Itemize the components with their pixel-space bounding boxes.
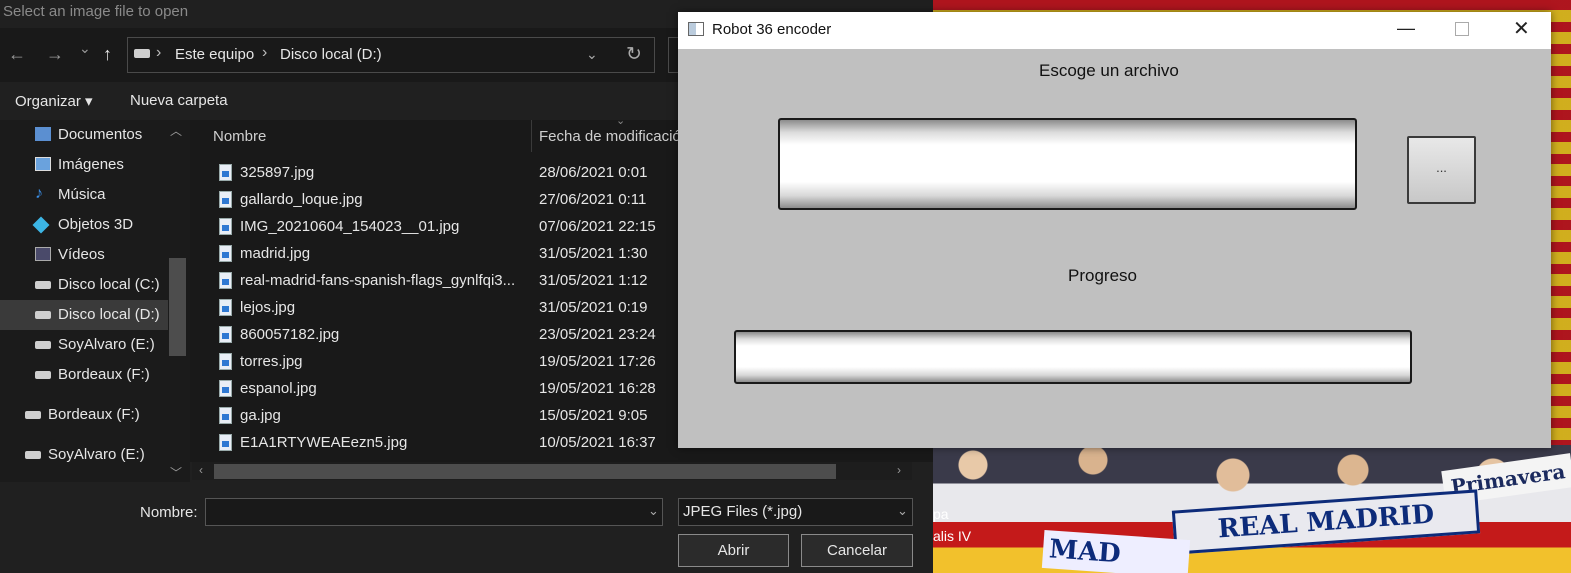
dialog-footer <box>0 482 933 573</box>
refresh-icon[interactable]: ↻ <box>626 43 642 66</box>
image-file-icon <box>219 245 232 262</box>
breadcrumb-separator-icon: › <box>262 44 268 61</box>
file-row[interactable]: 325897.jpg 28/06/2021 0:01 <box>190 161 680 188</box>
filename-input[interactable] <box>205 498 663 526</box>
desktop-label-2: alis IV <box>933 528 972 544</box>
file-row[interactable]: madrid.jpg 31/05/2021 1:30 <box>190 242 680 269</box>
breadcrumb-item[interactable]: Este equipo <box>175 46 254 63</box>
drive-icon <box>35 281 51 289</box>
choose-file-label: Escoge un archivo <box>1039 61 1179 80</box>
up-arrow-icon[interactable]: ↑ <box>103 44 112 65</box>
image-file-icon <box>219 191 232 208</box>
column-separator[interactable] <box>531 120 532 152</box>
column-header-name[interactable]: Nombre <box>213 128 266 145</box>
file-row[interactable]: E1A1RTYWEAEezn5.jpg 10/05/2021 16:37 <box>190 431 680 458</box>
drive-icon <box>35 341 51 349</box>
image-file-icon <box>219 407 232 424</box>
chevron-left-icon[interactable]: ‹ <box>199 463 203 477</box>
forward-arrow-icon[interactable]: → <box>46 44 64 65</box>
file-path-field[interactable] <box>778 118 1357 210</box>
file-row[interactable]: lejos.jpg 31/05/2021 0:19 <box>190 296 680 323</box>
image-file-icon <box>219 380 232 397</box>
image-file-icon <box>219 299 232 316</box>
file-row[interactable]: 860057182.jpg 23/05/2021 23:24 <box>190 323 680 350</box>
sidebar-item-bordeaux-root[interactable]: Bordeaux (F:) <box>0 400 168 430</box>
sidebar-item-objetos-3d[interactable]: Objetos 3D <box>0 210 168 240</box>
image-file-icon <box>219 218 232 235</box>
sidebar-item-soyalvaro-root[interactable]: SoyAlvaro (E:) <box>0 440 168 470</box>
file-row[interactable]: gallardo_loque.jpg 27/06/2021 0:11 <box>190 188 680 215</box>
image-file-icon <box>219 164 232 181</box>
chevron-down-icon[interactable]: ⌄ <box>586 46 598 63</box>
breadcrumb-separator-icon: › <box>156 44 162 61</box>
horizontal-scrollbar-thumb[interactable] <box>214 464 836 479</box>
sidebar-item-disco-c[interactable]: Disco local (C:) <box>0 270 168 300</box>
3d-objects-icon <box>32 216 50 234</box>
desktop-label-1: pa <box>933 506 949 522</box>
progress-bar <box>734 330 1412 384</box>
drive-icon <box>35 371 51 379</box>
window-title: Robot 36 encoder <box>712 21 832 38</box>
file-row[interactable]: torres.jpg 19/05/2021 17:26 <box>190 350 680 377</box>
drive-icon <box>134 49 150 58</box>
sidebar-item-imagenes[interactable]: Imágenes <box>0 150 168 180</box>
app-icon <box>688 22 704 36</box>
sidebar-scrollbar-thumb[interactable] <box>169 258 186 356</box>
breadcrumb-item[interactable]: Disco local (D:) <box>280 46 382 63</box>
sidebar-item-soyalvaro[interactable]: SoyAlvaro (E:) <box>0 330 168 360</box>
recent-locations-icon[interactable]: ⌄ <box>79 40 91 57</box>
documents-icon <box>35 127 51 141</box>
file-row[interactable]: IMG_20210604_154023__01.jpg 07/06/2021 2… <box>190 215 680 242</box>
file-row[interactable]: espanol.jpg 19/05/2021 16:28 <box>190 377 680 404</box>
drive-icon <box>35 311 51 319</box>
sidebar-item-bordeaux[interactable]: Bordeaux (F:) <box>0 360 168 390</box>
sort-indicator-icon: ⌄ <box>616 115 626 127</box>
new-folder-button[interactable]: Nueva carpeta <box>130 92 228 109</box>
image-file-icon <box>219 326 232 343</box>
sidebar-item-musica[interactable]: ♪ Música <box>0 180 168 210</box>
file-row[interactable]: real-madrid-fans-spanish-flags_gynlfqi3.… <box>190 269 680 296</box>
cancel-button[interactable]: Cancelar <box>801 534 913 567</box>
minimize-icon[interactable]: — <box>1397 18 1415 39</box>
image-file-icon <box>219 353 232 370</box>
chevron-down-icon[interactable]: ⌄ <box>648 503 659 519</box>
address-bar[interactable]: › Este equipo › Disco local (D:) ⌄ ↻ <box>127 37 655 73</box>
sidebar-item-documentos[interactable]: Documentos <box>0 120 168 150</box>
close-icon[interactable]: ✕ <box>1513 16 1530 41</box>
chevron-right-icon[interactable]: › <box>897 463 901 477</box>
filename-label: Nombre: <box>140 504 198 521</box>
column-header-date[interactable]: Fecha de modificació <box>539 128 681 145</box>
drive-icon <box>25 411 41 419</box>
chevron-up-icon[interactable]: ︿ <box>170 122 182 139</box>
file-row[interactable]: ga.jpg 15/05/2021 9:05 <box>190 404 680 431</box>
images-icon <box>35 157 51 171</box>
open-button[interactable]: Abrir <box>678 534 789 567</box>
music-icon: ♪ <box>35 185 43 202</box>
organize-button[interactable]: Organizar ▾ <box>15 92 93 110</box>
image-file-icon <box>219 272 232 289</box>
progress-label: Progreso <box>1068 266 1137 285</box>
maximize-icon[interactable] <box>1455 22 1469 36</box>
sidebar-item-videos[interactable]: Vídeos <box>0 240 168 270</box>
sidebar-item-disco-d[interactable]: Disco local (D:) <box>0 300 168 330</box>
drive-icon <box>25 451 41 459</box>
back-arrow-icon[interactable]: ← <box>8 44 26 65</box>
image-file-icon <box>219 434 232 451</box>
filetype-select[interactable]: JPEG Files (*.jpg) <box>678 498 913 526</box>
videos-icon <box>35 247 51 261</box>
chevron-down-icon[interactable]: ﹀ <box>170 464 182 481</box>
browse-button[interactable]: ... <box>1407 136 1476 204</box>
chevron-down-icon[interactable]: ⌄ <box>897 503 908 519</box>
